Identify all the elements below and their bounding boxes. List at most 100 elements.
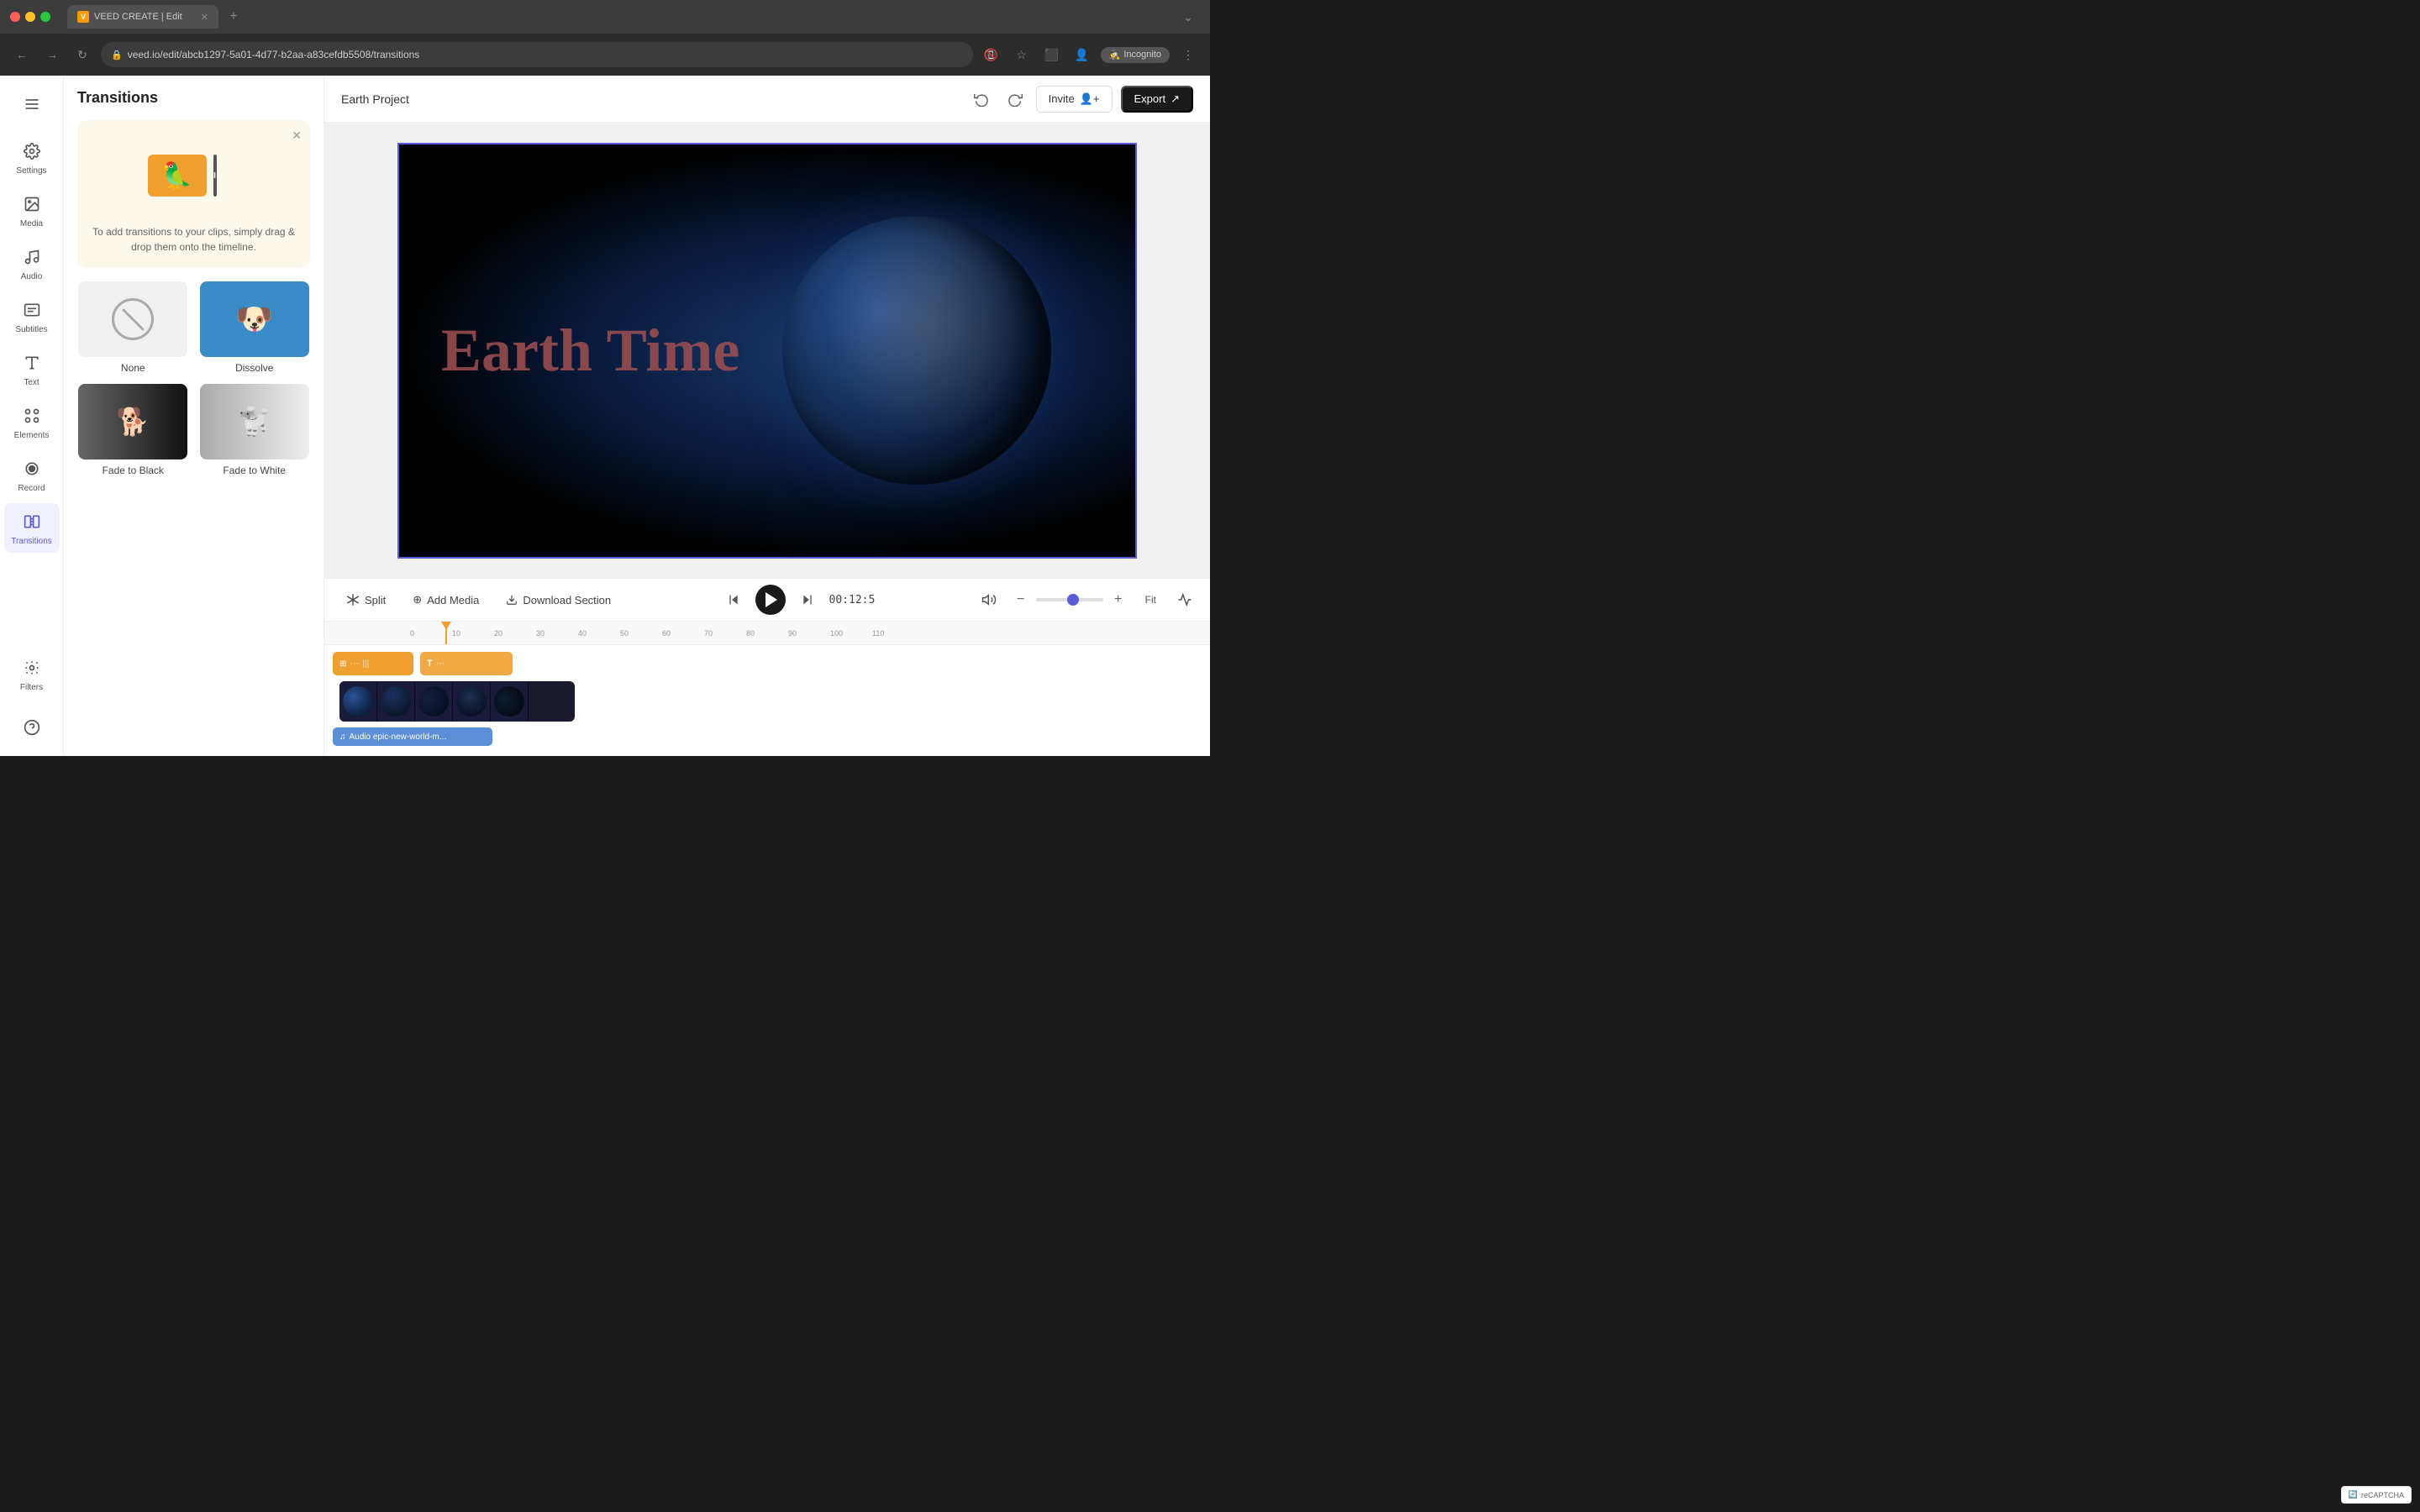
traffic-lights — [10, 12, 50, 22]
clip-handle-icon: ||| — [362, 659, 369, 669]
new-tab-button[interactable]: + — [224, 7, 244, 27]
screen-share-icon[interactable]: 📵 — [980, 43, 1003, 66]
audio-clip[interactable]: ♫ Audio epic-new-world-m... — [333, 727, 492, 746]
sidebar-item-elements[interactable]: Elements — [4, 397, 60, 447]
play-button[interactable] — [755, 585, 786, 615]
earth-background: Earth Time — [399, 144, 1135, 557]
globe-thumb-4 — [456, 686, 487, 717]
play-icon — [765, 592, 777, 607]
transition-fade-white[interactable]: 🐩 Fade to White — [199, 384, 311, 476]
bird-emoji: 🦜 — [161, 161, 192, 191]
sidebar-item-record[interactable]: Record — [4, 450, 60, 500]
incognito-button[interactable]: 🕵 Incognito — [1101, 47, 1170, 63]
tab-close-button[interactable]: ✕ — [201, 12, 208, 23]
playhead[interactable] — [445, 622, 447, 645]
skip-back-button[interactable] — [722, 588, 745, 612]
sidebar-item-media[interactable]: Media — [4, 186, 60, 235]
undo-button[interactable] — [969, 87, 994, 112]
minimize-window-button[interactable] — [25, 12, 35, 22]
globe-thumb-5 — [494, 686, 524, 717]
zoom-out-button[interactable]: − — [1011, 590, 1031, 610]
fade-white-dog-emoji: 🐩 — [238, 406, 271, 438]
handle-dots-left: ⋮ — [334, 698, 339, 706]
lock-icon: 🔒 — [111, 50, 123, 60]
clip-t-label: T — [427, 659, 433, 669]
sidebar-label-text: Text — [24, 378, 39, 387]
transition-none-thumbnail — [78, 281, 187, 357]
export-label: Export — [1134, 92, 1166, 105]
bookmark-icon[interactable]: ☆ — [1010, 43, 1034, 66]
clip-right-handle[interactable]: ⋮ — [575, 680, 581, 722]
transitions-panel: Transitions ✕ 🦜 I To add transitions to … — [64, 76, 324, 756]
transition-dissolve[interactable]: 🐶 Dissolve — [199, 281, 311, 374]
ruler-mark-10: 10 — [450, 629, 492, 638]
address-bar[interactable]: 🔒 veed.io/edit/abcb1297-5a01-4d77-b2aa-a… — [101, 42, 973, 67]
transition-fade-black[interactable]: 🐕 Fade to Black — [77, 384, 189, 476]
tutorial-text: To add transitions to your clips, simply… — [91, 224, 297, 255]
text-icon — [20, 351, 44, 375]
audio-icon — [20, 245, 44, 269]
transition-fade-white-thumbnail: 🐩 — [200, 384, 309, 459]
add-media-button[interactable]: ⊕ Add Media — [404, 588, 487, 612]
frame-1 — [339, 681, 377, 722]
timeline-tracks: ⊞ ··· ||| T ··· ⋮ — [324, 645, 1210, 756]
volume-button[interactable] — [977, 588, 1001, 612]
clip-video-element[interactable]: ⊞ ··· ||| — [333, 652, 413, 675]
help-button[interactable] — [4, 709, 60, 746]
playhead-triangle — [441, 622, 451, 630]
redo-button[interactable] — [1002, 87, 1028, 112]
frame-strip — [339, 681, 575, 722]
video-clip[interactable] — [339, 681, 575, 722]
extension-icon[interactable]: ⬛ — [1040, 43, 1064, 66]
hamburger-menu-button[interactable] — [4, 86, 60, 123]
split-button[interactable]: Split — [338, 588, 394, 612]
fade-black-dog-emoji: 🐕 — [116, 406, 150, 438]
address-text: veed.io/edit/abcb1297-5a01-4d77-b2aa-a83… — [128, 49, 420, 60]
invite-button[interactable]: Invite 👤+ — [1036, 86, 1113, 113]
sidebar-item-settings[interactable]: Settings — [4, 133, 60, 182]
transition-none[interactable]: None — [77, 281, 189, 374]
hamburger-icon — [20, 92, 44, 116]
more-options-icon[interactable]: ⋮ — [1176, 43, 1200, 66]
clip-left-handle[interactable]: ⋮ — [333, 680, 339, 722]
clip-dots-1: ··· — [350, 659, 359, 669]
maximize-window-button[interactable] — [40, 12, 50, 22]
fit-button[interactable]: Fit — [1139, 591, 1163, 609]
ruler-mark-110: 110 — [871, 629, 913, 638]
split-label: Split — [365, 594, 386, 606]
video-canvas[interactable]: Earth Time — [397, 143, 1137, 559]
audio-clip-label: Audio epic-new-world-m... — [350, 732, 447, 742]
elements-icon — [20, 404, 44, 428]
clip-text-element[interactable]: T ··· — [420, 652, 513, 675]
record-icon — [20, 457, 44, 480]
profile-icon[interactable]: 👤 — [1071, 43, 1094, 66]
export-button[interactable]: Export ↗ — [1121, 86, 1193, 113]
frame-3 — [415, 681, 453, 722]
close-window-button[interactable] — [10, 12, 20, 22]
zoom-in-button[interactable]: + — [1108, 590, 1128, 610]
sidebar-label-filters: Filters — [20, 683, 43, 692]
browser-tab[interactable]: V VEED CREATE | Edit ✕ — [67, 5, 218, 29]
skip-forward-button[interactable] — [796, 588, 819, 612]
overlay-track: ⊞ ··· ||| T ··· — [333, 652, 1202, 675]
ruler-mark-70: 70 — [702, 629, 744, 638]
split-icon — [346, 593, 360, 606]
tutorial-clip-a[interactable]: 🦜 — [148, 155, 207, 197]
sidebar-item-subtitles[interactable]: Subtitles — [4, 291, 60, 341]
sidebar-label-record: Record — [18, 484, 45, 493]
timeline-area: 0 10 20 30 40 50 60 70 80 90 100 110 — [324, 622, 1210, 756]
top-bar: Earth Project Invite 👤+ Export ↗ — [324, 76, 1210, 123]
sidebar-item-audio[interactable]: Audio — [4, 239, 60, 288]
waveform-button[interactable] — [1173, 588, 1197, 612]
sidebar-item-transitions[interactable]: Transitions — [4, 503, 60, 553]
download-section-button[interactable]: Download Section — [497, 589, 619, 612]
forward-button[interactable]: → — [40, 43, 64, 66]
zoom-slider[interactable] — [1036, 598, 1103, 601]
frame-5 — [491, 681, 529, 722]
sidebar-item-text[interactable]: Text — [4, 344, 60, 394]
back-button[interactable]: ← — [10, 43, 34, 66]
sidebar-label-transitions: Transitions — [11, 537, 52, 546]
sidebar-item-filters[interactable]: Filters — [4, 649, 60, 699]
refresh-button[interactable]: ↻ — [71, 43, 94, 66]
ruler-container: 0 10 20 30 40 50 60 70 80 90 100 110 — [333, 622, 1202, 644]
